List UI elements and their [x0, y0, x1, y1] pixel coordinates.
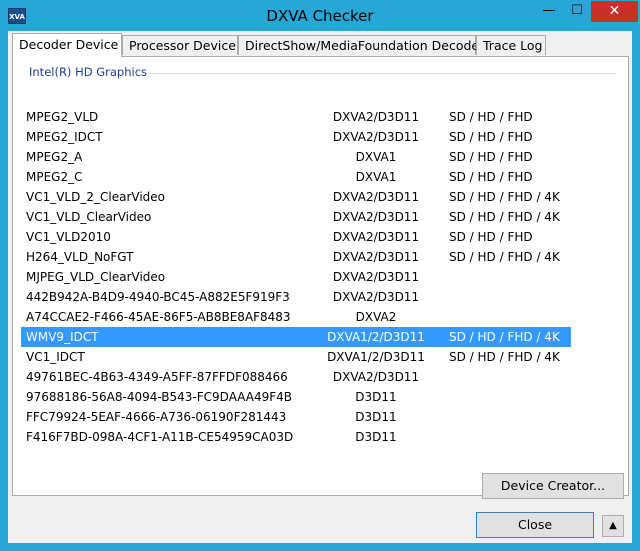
decoder-name: A74CCAE2-F466-45AE-86F5-AB8BE8AF8483	[26, 310, 291, 324]
decoder-api: DXVA2/D3D11	[332, 290, 420, 304]
minimize-button[interactable]: —	[535, 1, 563, 22]
list-item[interactable]: H264_VLD_NoFGT DXVA2/D3D11 SD / HD / FHD /…	[21, 247, 571, 267]
maximize-button[interactable]: ☐	[563, 1, 591, 22]
tab-trace-log[interactable]: Trace Log	[476, 35, 546, 55]
decoder-name: VC1_VLD2010	[26, 230, 111, 244]
list-item[interactable]: MPEG2_VLD DXVA2/D3D11 SD / HD / FHD	[21, 107, 571, 127]
list-item[interactable]: A74CCAE2-F466-45AE-86F5-AB8BE8AF8483 DXVA…	[21, 307, 571, 327]
list-item[interactable]: VC1_VLD2010 DXVA2/D3D11 SD / HD / FHD	[21, 227, 571, 247]
dxva-checker-window: XVA DXVA Checker — ☐ ✕ Decoder Device Pr…	[0, 0, 640, 551]
list-item[interactable]: MJPEG_VLD_ClearVideo DXVA2/D3D11	[21, 267, 571, 287]
group-label: Intel(R) HD Graphics	[27, 65, 150, 79]
tab-processor-device[interactable]: Processor Device	[122, 35, 238, 55]
decoder-api: DXVA2/D3D11	[332, 250, 420, 264]
decoder-name: VC1_VLD_2_ClearVideo	[26, 190, 165, 204]
decoder-name: VC1_VLD_ClearVideo	[26, 210, 152, 224]
window-close-button[interactable]: ✕	[591, 1, 638, 22]
decoder-api: DXVA1	[355, 150, 397, 164]
decoder-api: DXVA2/D3D11	[332, 110, 420, 124]
decoder-api: D3D11	[355, 390, 397, 404]
group-divider	[107, 73, 616, 74]
decoder-resolutions: SD / HD / FHD / 4K	[449, 350, 560, 364]
decoder-name: F416F7BD-098A-4CF1-A11B-CE54959CA03D	[26, 430, 294, 444]
decoder-resolutions: SD / HD / FHD	[449, 170, 533, 184]
list-item[interactable]: 97688186-56A8-4094-B543-FC9DAAA49F4B D3D1…	[21, 387, 571, 407]
decoder-name: H264_VLD_NoFGT	[26, 250, 134, 264]
decoder-api: D3D11	[355, 430, 397, 444]
decoder-name: 442B942A-B4D9-4940-BC45-A882E5F919F3	[26, 290, 290, 304]
decoder-name: FFC79924-5EAF-4666-A736-06190F281443	[26, 410, 287, 424]
decoder-api: DXVA1	[355, 170, 397, 184]
list-item[interactable]: F416F7BD-098A-4CF1-A11B-CE54959CA03D D3D1…	[21, 427, 571, 447]
decoder-resolutions: SD / HD / FHD	[449, 130, 533, 144]
tab-directshow-mediafoundation-decoder[interactable]: DirectShow/MediaFoundation Decoder	[238, 35, 484, 55]
list-item[interactable]: MPEG2_IDCT DXVA2/D3D11 SD / HD / FHD	[21, 127, 571, 147]
decoder-name: MPEG2_A	[26, 150, 83, 164]
decoder-name: WMV9_IDCT	[26, 330, 99, 344]
decoder-api: DXVA2/D3D11	[332, 230, 420, 244]
list-item[interactable]: VC1_VLD_ClearVideo DXVA2/D3D11 SD / HD / F…	[21, 207, 571, 227]
expand-button[interactable]: ▲	[602, 515, 624, 537]
decoder-resolutions: SD / HD / FHD / 4K	[449, 250, 560, 264]
decoder-name: MPEG2_C	[26, 170, 83, 184]
close-button[interactable]: Close	[476, 512, 594, 538]
decoder-api: D3D11	[355, 410, 397, 424]
list-item[interactable]: FFC79924-5EAF-4666-A736-06190F281443 D3D1…	[21, 407, 571, 427]
list-item[interactable]: VC1_IDCT DXVA1/2/D3D11 SD / HD / FHD / 4K	[21, 347, 571, 367]
list-item[interactable]: 49761BEC-4B63-4349-A5FF-87FFDF088466 DXVA…	[21, 367, 571, 387]
list-item[interactable]: MPEG2_A DXVA1 SD / HD / FHD	[21, 147, 571, 167]
decoder-name: VC1_IDCT	[26, 350, 85, 364]
decoder-resolutions: SD / HD / FHD	[449, 230, 533, 244]
decoder-api: DXVA2/D3D11	[332, 370, 420, 384]
decoder-resolutions: SD / HD / FHD	[449, 110, 533, 124]
decoder-name: 97688186-56A8-4094-B543-FC9DAAA49F4B	[26, 390, 293, 404]
decoder-name: MPEG2_IDCT	[26, 130, 103, 144]
decoder-api: DXVA2/D3D11	[332, 210, 420, 224]
tab-decoder-device[interactable]: Decoder Device	[12, 33, 122, 57]
decoder-api: DXVA2/D3D11	[332, 190, 420, 204]
list-item[interactable]: VC1_VLD_2_ClearVideo DXVA2/D3D11 SD / HD /…	[21, 187, 571, 207]
decoder-device-panel: Intel(R) HD Graphics MPEG2_VLD DXVA2/D3D1…	[12, 56, 629, 496]
list-item-selected[interactable]: WMV9_IDCT DXVA1/2/D3D11 SD / HD / FHD / 4K	[21, 327, 571, 347]
list-item[interactable]: MPEG2_C DXVA1 SD / HD / FHD	[21, 167, 571, 187]
decoder-name: MJPEG_VLD_ClearVideo	[26, 270, 166, 284]
decoder-api: DXVA2	[355, 310, 397, 324]
decoder-api: DXVA1/2/D3D11	[327, 350, 425, 364]
decoder-name: MPEG2_VLD	[26, 110, 99, 124]
device-creator-button[interactable]: Device Creator...	[482, 473, 624, 499]
decoder-api: DXVA1/2/D3D11	[327, 330, 425, 344]
list-item[interactable]: 442B942A-B4D9-4940-BC45-A882E5F919F3 DXVA…	[21, 287, 571, 307]
decoder-resolutions: SD / HD / FHD / 4K	[449, 210, 560, 224]
decoder-resolutions: SD / HD / FHD / 4K	[449, 330, 560, 344]
decoder-resolutions: SD / HD / FHD	[449, 150, 533, 164]
decoder-api: DXVA2/D3D11	[332, 270, 420, 284]
decoder-resolutions: SD / HD / FHD / 4K	[449, 190, 560, 204]
decoder-api: DXVA2/D3D11	[332, 130, 420, 144]
decoder-name: 49761BEC-4B63-4349-A5FF-87FFDF088466	[26, 370, 288, 384]
client-area: Decoder Device Processor Device DirectSh…	[8, 31, 632, 543]
title-bar[interactable]: XVA DXVA Checker — ☐ ✕	[1, 1, 639, 31]
